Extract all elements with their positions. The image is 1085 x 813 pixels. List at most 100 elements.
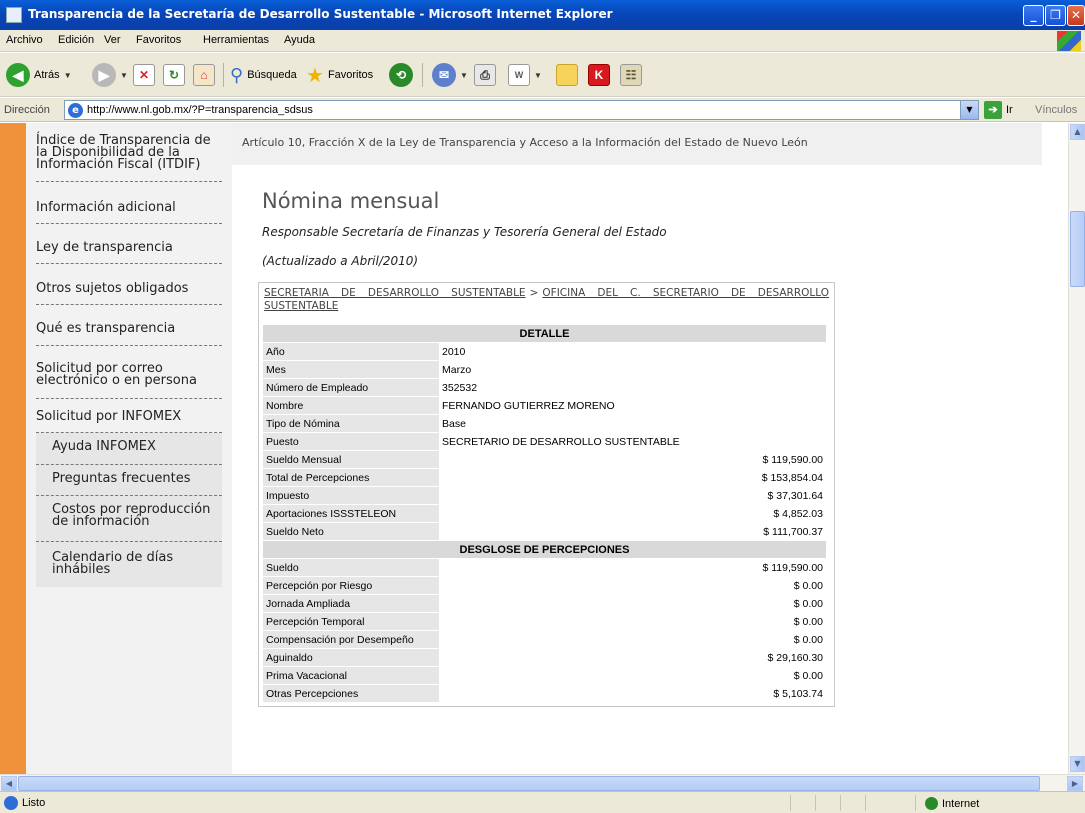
menu-favoritos[interactable]: Favoritos bbox=[136, 34, 181, 46]
row-value: $ 29,160.30 bbox=[439, 649, 826, 666]
vertical-scroll-thumb[interactable] bbox=[1070, 211, 1085, 287]
table-row: Puesto SECRETARIO DE DESARROLLO SUSTENTAB… bbox=[263, 433, 826, 450]
menu-bar: Archivo Edición Ver Favoritos Herramient… bbox=[0, 30, 1085, 52]
scroll-up-arrow-icon[interactable]: ▲ bbox=[1070, 124, 1085, 140]
edit-dropdown-icon[interactable]: ▼ bbox=[534, 71, 542, 80]
folder-button[interactable] bbox=[556, 61, 578, 89]
edit-button[interactable]: W ▼ bbox=[508, 61, 542, 89]
row-value: 352532 bbox=[439, 379, 826, 396]
forward-arrow-icon: ▶ bbox=[92, 63, 116, 87]
address-dropdown-icon[interactable]: ▼ bbox=[960, 101, 978, 119]
links-button[interactable]: Vínculos bbox=[1035, 104, 1077, 116]
horizontal-scroll-thumb[interactable] bbox=[18, 776, 1040, 791]
edit-word-icon: W bbox=[508, 64, 530, 86]
row-label: Nombre bbox=[263, 397, 439, 414]
home-button[interactable]: ⌂ bbox=[193, 61, 215, 89]
vertical-scrollbar[interactable]: ▲ ▼ bbox=[1068, 123, 1085, 774]
horizontal-scrollbar[interactable]: ◀ ▶ bbox=[0, 774, 1085, 791]
forward-dropdown-icon[interactable]: ▼ bbox=[120, 71, 128, 80]
status-text: Listo bbox=[22, 797, 46, 809]
main-content: Artículo 10, Fracción X de la Ley de Tra… bbox=[232, 123, 1068, 774]
back-dropdown-icon[interactable]: ▼ bbox=[64, 71, 72, 80]
payroll-box: SECRETARIA DE DESARROLLO SUSTENTABLE > OFI… bbox=[258, 282, 835, 707]
breadcrumb: SECRETARIA DE DESARROLLO SUSTENTABLE > OFI… bbox=[264, 287, 829, 313]
sidebar-subitem-preguntas[interactable]: Preguntas frecuentes bbox=[36, 465, 222, 496]
kaspersky-button[interactable]: K bbox=[588, 61, 610, 89]
table-row: Compensación por Desempeño $ 0.00 bbox=[263, 631, 826, 648]
mail-button[interactable]: ✉ ▼ bbox=[432, 61, 468, 89]
row-label: Sueldo bbox=[263, 559, 439, 576]
table-row: Sueldo Mensual $ 119,590.00 bbox=[263, 451, 826, 468]
minimize-button[interactable]: _ bbox=[1023, 5, 1044, 26]
go-label: Ir bbox=[1006, 104, 1013, 116]
back-button[interactable]: ◀ Atrás ▼ bbox=[6, 61, 72, 89]
row-label: Compensación por Desempeño bbox=[263, 631, 439, 648]
sidebar-item-otros-sujetos[interactable]: Otros sujetos obligados bbox=[36, 282, 222, 305]
sidebar-subitem-ayuda-infomex[interactable]: Ayuda INFOMEX bbox=[36, 433, 222, 465]
search-label: Búsqueda bbox=[247, 69, 297, 81]
favorites-button[interactable]: ★ Favoritos bbox=[306, 61, 373, 89]
row-label: Aguinaldo bbox=[263, 649, 439, 666]
menu-archivo[interactable]: Archivo bbox=[6, 34, 43, 46]
row-label: Mes bbox=[263, 361, 439, 378]
row-value: Marzo bbox=[439, 361, 826, 378]
table-row: Percepción por Riesgo $ 0.00 bbox=[263, 577, 826, 594]
forward-button[interactable]: ▶ ▼ bbox=[92, 61, 128, 89]
history-icon: ⟲ bbox=[389, 63, 413, 87]
messenger-button[interactable]: ☷ bbox=[620, 61, 642, 89]
row-value: $ 153,854.04 bbox=[439, 469, 826, 486]
mail-dropdown-icon[interactable]: ▼ bbox=[460, 71, 468, 80]
history-button[interactable]: ⟲ bbox=[389, 61, 413, 89]
sidebar-item-ley[interactable]: Ley de transparencia bbox=[36, 241, 222, 264]
toolbar: ◀ Atrás ▼ ▶ ▼ ✕ ↻ ⌂ ⚲ Búsqueda ★ Favorit… bbox=[0, 53, 1085, 97]
row-label: Impuesto bbox=[263, 487, 439, 504]
row-label: Año bbox=[263, 343, 439, 360]
row-value: $ 0.00 bbox=[439, 631, 826, 648]
maximize-button[interactable]: ❐ bbox=[1045, 5, 1066, 26]
sidebar-item-solicitud-infomex[interactable]: Solicitud por INFOMEX bbox=[36, 410, 222, 433]
scroll-right-arrow-icon[interactable]: ▶ bbox=[1067, 776, 1083, 791]
row-value: $ 4,852.03 bbox=[439, 505, 826, 522]
close-button[interactable]: ✕ bbox=[1067, 5, 1085, 26]
scroll-left-arrow-icon[interactable]: ◀ bbox=[1, 776, 17, 791]
breadcrumb-separator: > bbox=[529, 287, 539, 299]
stop-button[interactable]: ✕ bbox=[133, 61, 155, 89]
menu-edicion[interactable]: Edición bbox=[58, 34, 94, 46]
title-bar: Transparencia de la Secretaría de Desarr… bbox=[0, 0, 1085, 30]
row-label: Total de Percepciones bbox=[263, 469, 439, 486]
breadcrumb-link-secretaria[interactable]: SECRETARIA DE DESARROLLO SUSTENTABLE bbox=[264, 287, 526, 299]
print-button[interactable]: ⎙ bbox=[474, 61, 496, 89]
row-label: Jornada Ampliada bbox=[263, 595, 439, 612]
row-label: Sueldo Mensual bbox=[263, 451, 439, 468]
responsible-text: Responsable Secretaría de Finanzas y Tes… bbox=[262, 225, 667, 239]
menu-herramientas[interactable]: Herramientas bbox=[203, 34, 269, 46]
address-input[interactable]: e http://www.nl.gob.mx/?P=transparencia_… bbox=[64, 100, 979, 120]
row-value: $ 5,103.74 bbox=[439, 685, 826, 702]
address-url[interactable]: http://www.nl.gob.mx/?P=transparencia_sd… bbox=[87, 104, 313, 116]
table-row: Total de Percepciones $ 153,854.04 bbox=[263, 469, 826, 486]
sidebar-item-label: Preguntas frecuentes bbox=[52, 471, 191, 486]
sidebar-item-label: Costos por reproducción de información bbox=[52, 502, 211, 529]
menu-ver[interactable]: Ver bbox=[104, 34, 121, 46]
table-row: Sueldo $ 119,590.00 bbox=[263, 559, 826, 576]
sidebar-subitem-costos[interactable]: Costos por reproducción de información bbox=[36, 496, 222, 542]
sidebar-item-que-es[interactable]: Qué es transparencia bbox=[36, 322, 222, 346]
internet-globe-icon bbox=[925, 797, 938, 810]
go-button[interactable]: ➔ Ir bbox=[984, 101, 1013, 119]
table-row: Otras Percepciones $ 5,103.74 bbox=[263, 685, 826, 702]
menu-ayuda[interactable]: Ayuda bbox=[284, 34, 315, 46]
row-value: $ 0.00 bbox=[439, 577, 826, 594]
section-header: DESGLOSE DE PERCEPCIONES bbox=[263, 541, 826, 558]
address-label: Dirección bbox=[4, 104, 50, 116]
sidebar-subitem-calendario[interactable]: Calendario de días inhábiles bbox=[36, 542, 222, 587]
table-row: Tipo de Nómina Base bbox=[263, 415, 826, 432]
row-label: Número de Empleado bbox=[263, 379, 439, 396]
orange-accent-bar bbox=[0, 123, 26, 774]
sidebar-item-solicitud-correo[interactable]: Solicitud por correo electrónico o en pe… bbox=[36, 362, 222, 399]
scroll-down-arrow-icon[interactable]: ▼ bbox=[1070, 756, 1085, 772]
search-button[interactable]: ⚲ Búsqueda bbox=[230, 61, 297, 89]
sidebar-item-informacion-adicional[interactable]: Información adicional bbox=[36, 201, 222, 224]
refresh-button[interactable]: ↻ bbox=[163, 61, 185, 89]
sidebar-item-itdif[interactable]: Índice de Transparencia de la Disponibil… bbox=[36, 133, 222, 182]
sidebar-item-label: Índice de Transparencia de la Disponibil… bbox=[36, 133, 211, 172]
